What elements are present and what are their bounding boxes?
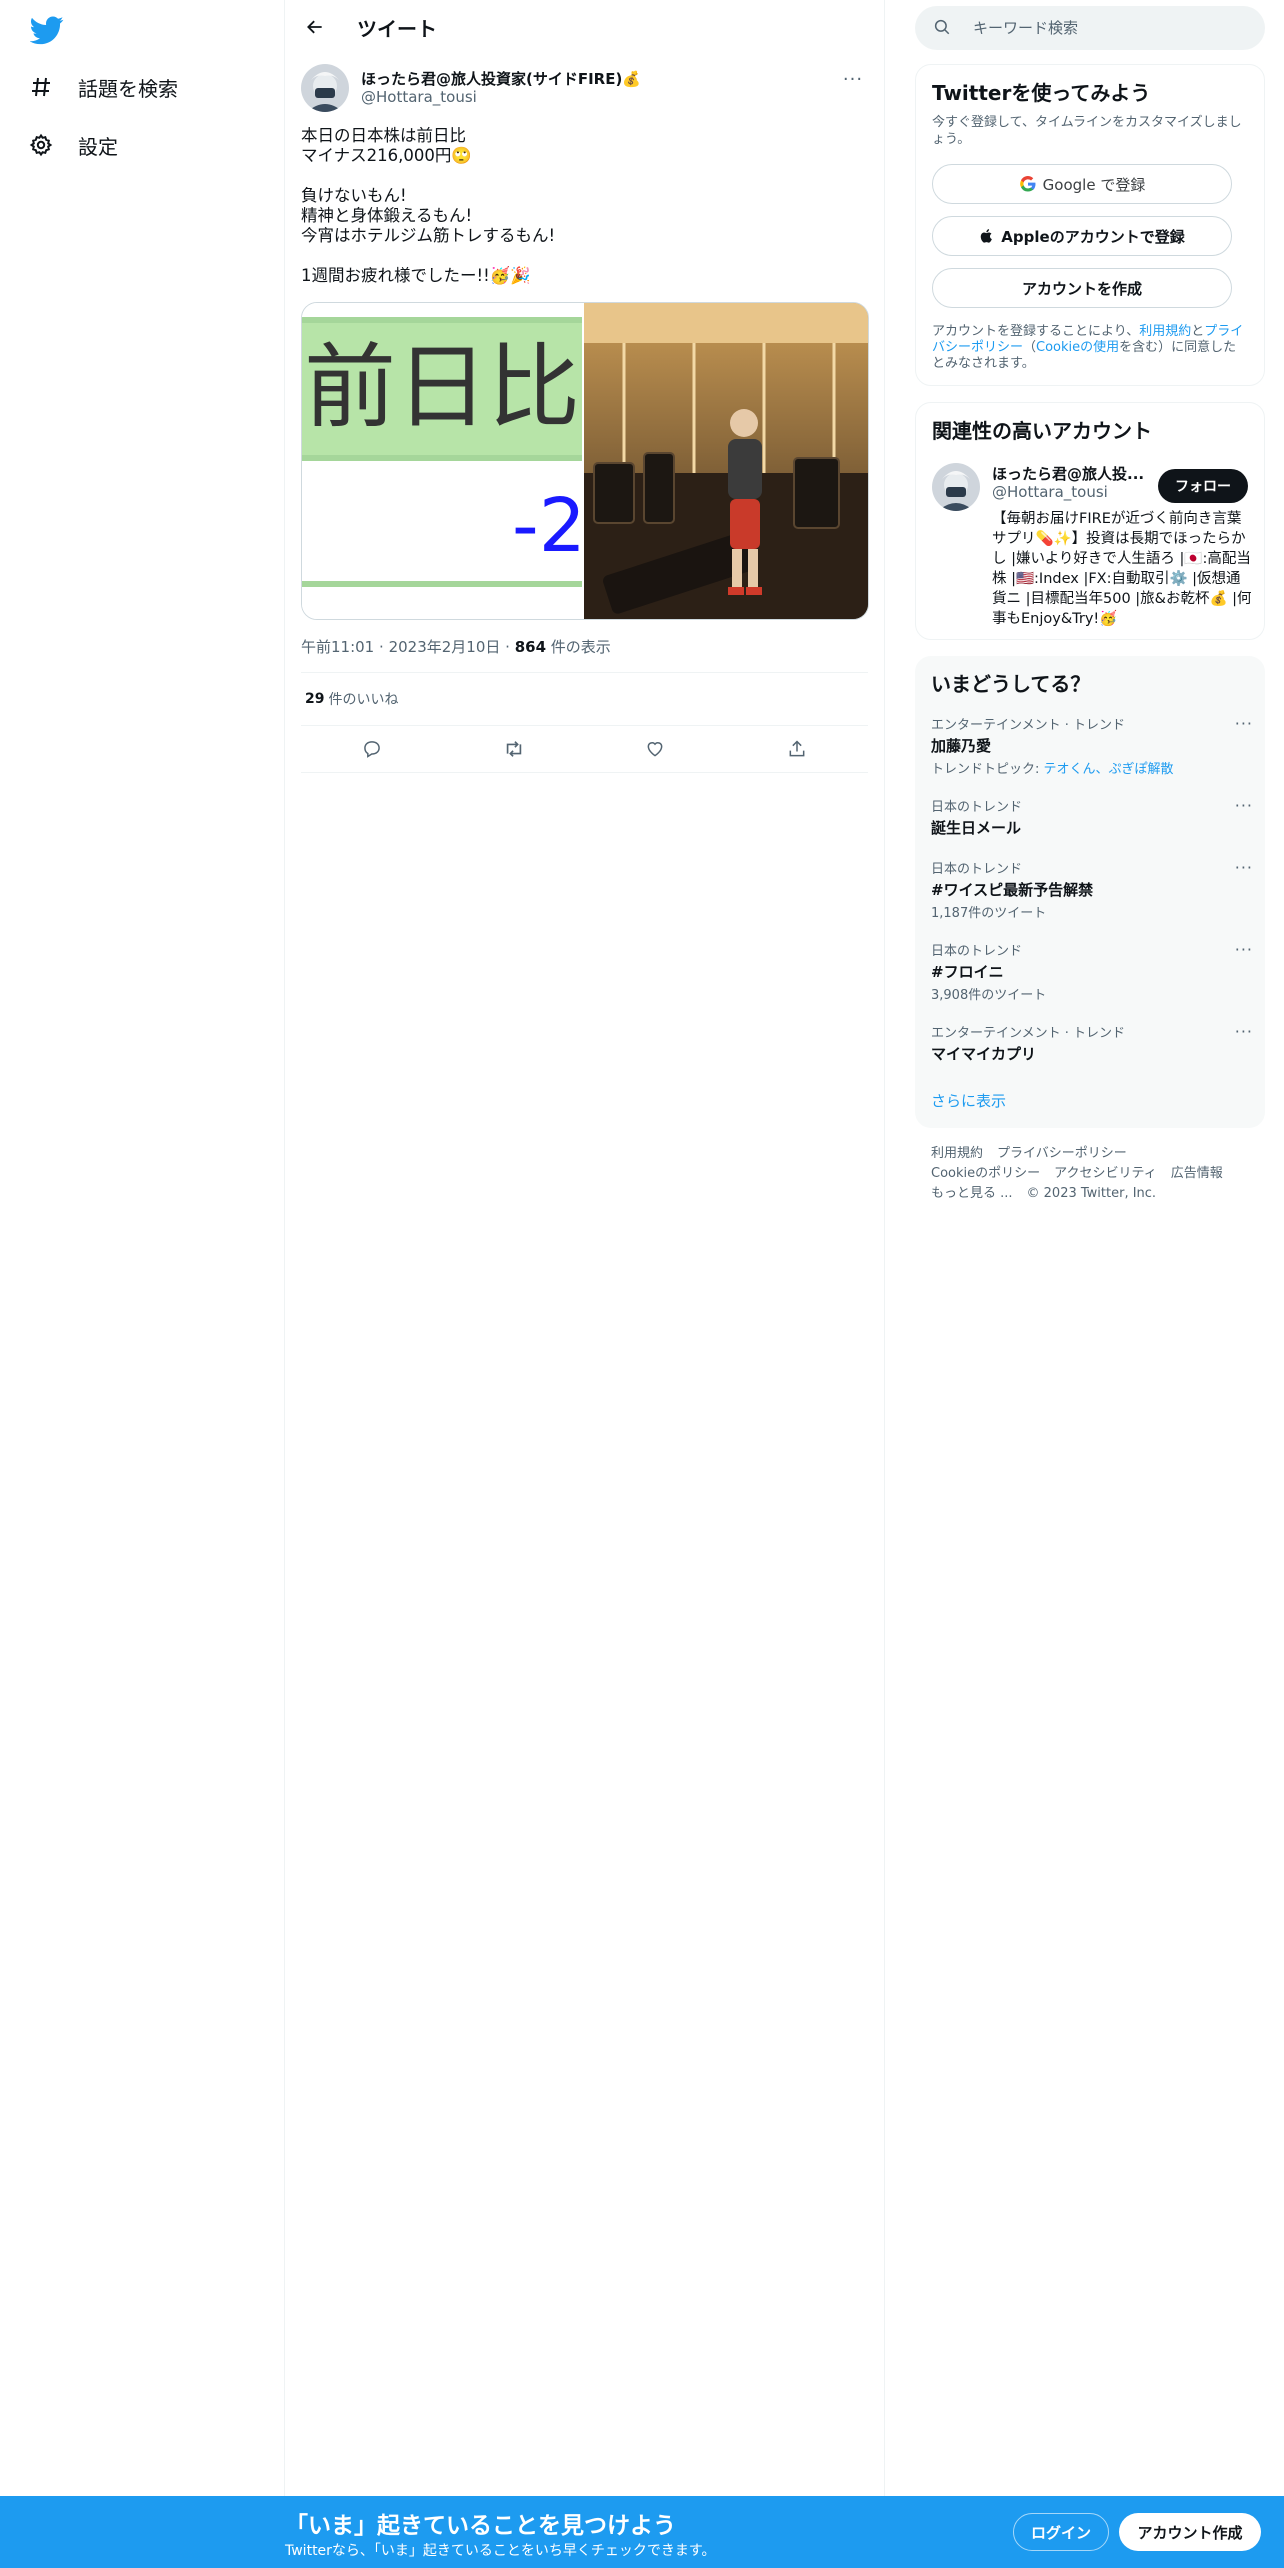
- google-signup-label: Google で登録: [1042, 175, 1146, 194]
- trend-item[interactable]: エンターテインメント · トレンド マイマイカプリ ···: [931, 1022, 1252, 1064]
- signup-card: Twitterを使ってみよう 今すぐ登録して、タイムラインをカスタマイズしましょ…: [915, 64, 1265, 386]
- trend-item[interactable]: 日本のトレンド #フロイニ 3,908件のツイート ···: [931, 940, 1252, 1003]
- signup-description: 今すぐ登録して、タイムラインをカスタマイズしましょう。: [932, 115, 1242, 147]
- copyright: © 2023 Twitter, Inc.: [1026, 1186, 1157, 1201]
- twitter-logo-icon[interactable]: [29, 13, 64, 47]
- author-badge-emoji: 💰: [622, 70, 642, 88]
- google-signup-button[interactable]: Google で登録: [932, 164, 1232, 204]
- search-input[interactable]: [973, 19, 1233, 37]
- tweet-text: 本日の日本株は前日比 マイナス216,000円🙄 負けないもん! 精神と身体鍛え…: [301, 126, 556, 285]
- login-button[interactable]: ログイン: [1013, 2513, 1109, 2551]
- search-bar[interactable]: [915, 6, 1265, 50]
- follow-button[interactable]: フォロー: [1158, 469, 1248, 503]
- footer-more[interactable]: もっと見る ...: [931, 1186, 1013, 1201]
- tweet-timestamp-row: 午前11:01 · 2023年2月10日 · 864 件の表示: [301, 638, 611, 656]
- author-handle[interactable]: @Hottara_tousi: [361, 88, 477, 106]
- tweet-date[interactable]: 2023年2月10日: [389, 638, 501, 656]
- more-options-icon[interactable]: ···: [838, 64, 868, 94]
- views-count: 864: [514, 638, 547, 656]
- more-options-icon[interactable]: ···: [1235, 858, 1253, 877]
- more-options-icon[interactable]: ···: [1235, 714, 1253, 733]
- related-avatar[interactable]: [932, 463, 980, 511]
- google-icon: [1019, 175, 1037, 193]
- more-options-icon[interactable]: ···: [1235, 796, 1253, 815]
- related-accounts-card: 関連性の高いアカウント ほったら君@旅人投... @Hottara_tousi …: [915, 402, 1265, 640]
- footer-link[interactable]: プライバシーポリシー: [997, 1146, 1127, 1161]
- main-column: ツイート ほったら君@旅人投資家(サイドFIRE)💰 @Hottara_tous…: [285, 0, 885, 2568]
- show-more-link[interactable]: さらに表示: [931, 1090, 1006, 1111]
- like-icon[interactable]: [637, 731, 673, 767]
- related-title: 関連性の高いアカウント: [932, 419, 1152, 443]
- tweet-actions: [301, 725, 868, 773]
- footer-link[interactable]: 利用規約: [931, 1146, 983, 1161]
- nav-explore[interactable]: 話題を検索: [28, 62, 178, 112]
- nav-explore-label: 話題を検索: [78, 76, 178, 101]
- footer-link[interactable]: アクセシビリティ: [1054, 1166, 1157, 1181]
- media-text-bottom: -2: [512, 483, 584, 569]
- trend-item[interactable]: エンターテインメント · トレンド 加藤乃愛 トレンドトピック: テオくん、ぷぎ…: [931, 714, 1252, 777]
- create-account-button[interactable]: アカウントを作成: [932, 268, 1232, 308]
- footer-link[interactable]: 広告情報: [1171, 1166, 1223, 1181]
- likes-label: 件のいいね: [328, 692, 399, 708]
- page-title: ツイート: [357, 16, 437, 41]
- nav-settings[interactable]: 設定: [28, 120, 118, 170]
- views-label: 件の表示: [550, 638, 611, 656]
- likes-count: 29: [305, 691, 325, 707]
- apple-signup-button[interactable]: Appleのアカウントで登録: [932, 216, 1232, 256]
- left-nav: 話題を検索 設定: [0, 0, 285, 2568]
- nav-settings-label: 設定: [78, 134, 118, 159]
- more-options-icon[interactable]: ···: [1235, 1022, 1253, 1041]
- retweet-icon[interactable]: [496, 731, 532, 767]
- related-handle[interactable]: @Hottara_tousi: [992, 483, 1108, 501]
- hashtag-icon: [28, 74, 54, 100]
- media-image-gym-photo[interactable]: [584, 303, 868, 619]
- tweet-time[interactable]: 午前11:01: [301, 638, 374, 656]
- bottom-bar-title: 「いま」起きていることを見つけよう: [285, 2513, 676, 2539]
- tweet-header: ツイート: [285, 0, 884, 54]
- media-image-chart[interactable]: 前日比 -2: [302, 303, 584, 619]
- reply-icon[interactable]: [354, 731, 390, 767]
- search-icon: [933, 18, 953, 38]
- trend-item[interactable]: 日本のトレンド #ワイスピ最新予告解禁 1,187件のツイート ···: [931, 858, 1252, 921]
- signup-title: Twitterを使ってみよう: [932, 81, 1151, 105]
- signup-button[interactable]: アカウント作成: [1119, 2513, 1261, 2551]
- bottom-signup-bar: 「いま」起きていることを見つけよう Twitterなら、「いま」起きていることを…: [0, 2496, 1284, 2568]
- tweet: ほったら君@旅人投資家(サイドFIRE)💰 @Hottara_tousi ···…: [285, 64, 884, 773]
- likes-row[interactable]: 29 件のいいね: [301, 673, 868, 725]
- trend-topic-link[interactable]: テオくん、ぷぎぽ解散: [1044, 762, 1174, 777]
- related-name[interactable]: ほったら君@旅人投...: [992, 463, 1144, 484]
- more-options-icon[interactable]: ···: [1235, 940, 1253, 959]
- tweet-author-row: ほったら君@旅人投資家(サイドFIRE)💰 @Hottara_tousi ···: [301, 64, 868, 120]
- apple-icon: [979, 227, 995, 245]
- footer-links: 利用規約 プライバシーポリシー Cookieのポリシー アクセシビリティ 広告情報 も…: [931, 1144, 1261, 1204]
- author-name[interactable]: ほったら君@旅人投資家(サイドFIRE)💰: [361, 68, 641, 89]
- terms-link[interactable]: 利用規約: [1139, 324, 1191, 339]
- cookie-link[interactable]: Cookieの使用: [1036, 340, 1119, 355]
- trends-card: いまどうしてる？ エンターテインメント · トレンド 加藤乃愛 トレンドトピック…: [915, 656, 1265, 1128]
- trends-title: いまどうしてる？: [931, 672, 1091, 696]
- related-bio: 【毎朝お届けFIREが近づく前向き言葉サプリ💊✨】投資は長期でほったらかし |嫌…: [992, 511, 1252, 627]
- signup-legal: アカウントを登録することにより、利用規約とプライバシーポリシー（Cookieの使…: [932, 324, 1244, 371]
- gear-icon: [28, 132, 54, 158]
- bottom-bar-subtitle: Twitterなら、「いま」起きていることをいち早くチェックできます。: [285, 2543, 716, 2559]
- create-account-label: アカウントを作成: [1021, 279, 1142, 298]
- apple-signup-label: Appleのアカウントで登録: [1001, 227, 1185, 246]
- tweet-media: 前日比 -2: [301, 302, 869, 620]
- author-avatar[interactable]: [301, 64, 349, 112]
- back-arrow-icon[interactable]: [297, 9, 333, 45]
- media-text-top: 前日比: [304, 334, 581, 441]
- footer-link[interactable]: Cookieのポリシー: [931, 1166, 1040, 1181]
- share-icon[interactable]: [779, 731, 815, 767]
- trend-item[interactable]: 日本のトレンド 誕生日メール ···: [931, 796, 1252, 838]
